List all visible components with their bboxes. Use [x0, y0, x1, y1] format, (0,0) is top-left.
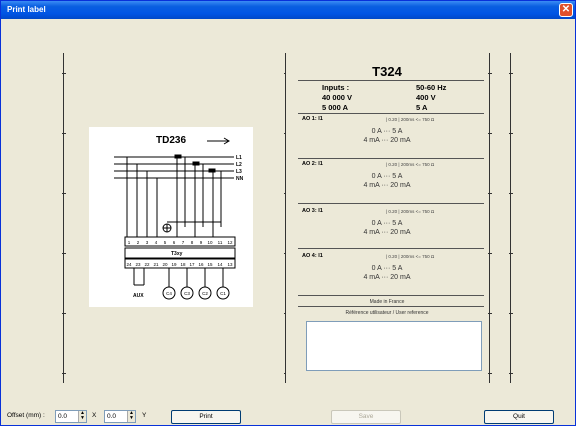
terminal-top: 10 — [207, 240, 213, 245]
y-label: Y — [142, 412, 147, 419]
quit-button[interactable]: Quit — [484, 410, 554, 424]
wiring-diagram: L1 L2 L3 NN T3xy AUX 1 2 3 4 5 6 7 8 9 1… — [114, 137, 244, 300]
channel-name: AO 3: I1 — [302, 208, 323, 214]
terminal-bottom: 19 — [171, 262, 177, 267]
output-c1: C1 — [220, 291, 226, 296]
channel-range-2: 4 mA ··· 20 mA — [363, 182, 411, 189]
voltage-in: 40 000 V — [322, 93, 353, 102]
voltage-out: 400 V — [416, 93, 436, 102]
line-label-l3: L3 — [236, 169, 242, 175]
user-reference-input[interactable] — [306, 321, 482, 371]
terminal-bottom: 20 — [162, 262, 168, 267]
channel-spec: | 0.20 | 200ms <= 750 Ω — [386, 117, 435, 122]
user-reference-label: Référence utilisateur / User reference — [345, 310, 429, 316]
terminal-bottom: 22 — [144, 262, 150, 267]
terminal-bottom: 18 — [180, 262, 186, 267]
channel-range-2: 4 mA ··· 20 mA — [363, 229, 411, 236]
offset-y-input[interactable]: 0.0 ▲ ▼ — [104, 410, 136, 423]
close-button[interactable]: ✕ — [559, 3, 573, 17]
spinner-arrows-icon[interactable]: ▲ ▼ — [78, 411, 86, 422]
offset-y-value: 0.0 — [107, 413, 117, 420]
terminal-top: 5 — [164, 240, 167, 245]
title-bar[interactable]: Print label ✕ — [1, 1, 575, 19]
terminal-top: 11 — [218, 240, 223, 245]
guide-line-mid-right — [488, 53, 492, 383]
line-label-nn: NN — [236, 176, 244, 182]
channel-range-1: 0 A ··· 5 A — [371, 265, 403, 272]
line-label-l2: L2 — [236, 162, 242, 168]
terminal-bottom: 15 — [207, 262, 213, 267]
terminal-top: 12 — [227, 240, 233, 245]
print-button[interactable]: Print — [171, 410, 241, 424]
inputs-label: Inputs : — [322, 83, 350, 92]
output-c3: C3 — [184, 291, 190, 296]
terminal-top: 1 — [128, 240, 131, 245]
terminal-bottom: 24 — [126, 262, 132, 267]
terminal-top: 3 — [146, 240, 149, 245]
channel-range-1: 0 A ··· 5 A — [371, 128, 403, 135]
terminal-top: 9 — [200, 240, 203, 245]
offset-label: Offset (mm) : — [7, 412, 45, 419]
terminal-bottom: 16 — [198, 262, 204, 267]
window-title: Print label — [7, 5, 46, 14]
terminal-top: 2 — [137, 240, 140, 245]
channel-range-1: 0 A ··· 5 A — [371, 220, 403, 227]
channel-spec: | 0.20 | 200ms <= 750 Ω — [386, 254, 435, 259]
line-label-l1: L1 — [236, 155, 242, 161]
terminal-bottom: 23 — [135, 262, 141, 267]
model-title: T324 — [372, 64, 402, 79]
made-in: Made in France — [369, 299, 405, 305]
device-label: T3xy — [171, 251, 183, 257]
terminal-top: 8 — [191, 240, 194, 245]
current-out: 5 A — [416, 103, 428, 112]
terminal-bottom: 13 — [227, 262, 233, 267]
channel-name: AO 2: I1 — [302, 161, 323, 167]
channel-name: AO 4: I1 — [302, 253, 323, 259]
output-c2: C2 — [202, 291, 208, 296]
label-preview: T324 Inputs : 50-60 Hz 40 000 V 400 V 5 … — [286, 57, 488, 387]
terminal-bottom: 21 — [153, 262, 159, 267]
aux-label: AUX — [133, 293, 144, 299]
output-c4: C4 — [166, 291, 172, 296]
channel-spec: | 0.20 | 200ms <= 750 Ω — [386, 162, 435, 167]
channel-range-2: 4 mA ··· 20 mA — [363, 274, 411, 281]
guide-line-left — [62, 53, 66, 383]
channel-name: AO 1: I1 — [302, 116, 323, 122]
current-in: 5 000 A — [322, 103, 348, 112]
save-button[interactable]: Save — [331, 410, 401, 424]
print-label-window: Print label ✕ TD236 L1 L2 L3 NN T3xy AUX… — [0, 0, 576, 426]
x-label: X — [92, 412, 97, 419]
offset-x-value: 0.0 — [58, 413, 68, 420]
frequency: 50-60 Hz — [416, 83, 447, 92]
wiring-diagram-card: TD236 L1 L2 L3 NN T3xy AUX 1 2 3 4 5 6 7… — [89, 127, 253, 307]
offset-x-input[interactable]: 0.0 ▲ ▼ — [55, 410, 87, 423]
terminal-top: 6 — [173, 240, 176, 245]
terminal-bottom: 17 — [189, 262, 195, 267]
channel-range-2: 4 mA ··· 20 mA — [363, 137, 411, 144]
terminal-top: 4 — [155, 240, 158, 245]
channel-spec: | 0.20 | 200ms <= 750 Ω — [386, 209, 435, 214]
terminal-bottom: 14 — [217, 262, 223, 267]
channel-range-1: 0 A ··· 5 A — [371, 173, 403, 180]
guide-line-right — [509, 53, 513, 383]
terminal-top: 7 — [182, 240, 185, 245]
spinner-arrows-icon[interactable]: ▲ ▼ — [127, 411, 135, 422]
